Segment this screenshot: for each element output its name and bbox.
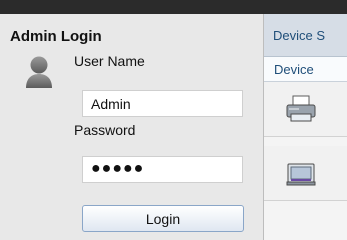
device-panel-header: Device S [264, 14, 347, 57]
login-button[interactable]: Login [82, 205, 244, 232]
top-bar [0, 0, 347, 14]
password-input[interactable]: ●●●●● [82, 156, 243, 183]
scanner-icon [285, 158, 317, 188]
printer-icon [285, 94, 317, 124]
printer-item[interactable] [264, 82, 347, 137]
login-title: Admin Login [10, 28, 102, 45]
user-avatar-icon [23, 54, 55, 90]
admin-login-panel: Admin Login User Name Admin Password ●●●… [0, 14, 264, 240]
device-tab[interactable]: Device [264, 57, 347, 82]
username-input[interactable]: Admin [82, 90, 243, 117]
device-tab-label: Device [274, 62, 314, 77]
device-panel: Device S Device [264, 14, 347, 240]
username-label: User Name [74, 53, 145, 69]
scanner-item[interactable] [264, 146, 347, 201]
device-panel-title: Device S [273, 28, 326, 43]
password-label: Password [74, 122, 136, 138]
